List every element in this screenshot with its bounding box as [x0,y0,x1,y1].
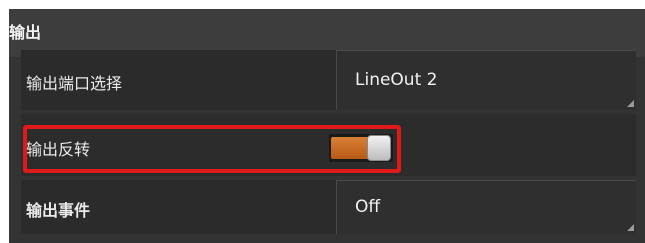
output-event-value: Off [355,197,381,217]
output-port-label: 输出端口选择 [26,74,123,93]
output-event-row: 输出事件 Off [21,180,636,234]
dropdown-corner-icon [627,224,634,231]
output-event-label: 输出事件 [26,201,91,220]
output-port-row: 输出端口选择 LineOut 2 [21,50,636,110]
dropdown-corner-icon [627,100,634,107]
output-port-dropdown[interactable]: LineOut 2 [336,50,636,110]
output-port-value: LineOut 2 [355,70,438,90]
highlight-annotation-box [23,125,401,173]
output-event-dropdown[interactable]: Off [336,180,636,234]
